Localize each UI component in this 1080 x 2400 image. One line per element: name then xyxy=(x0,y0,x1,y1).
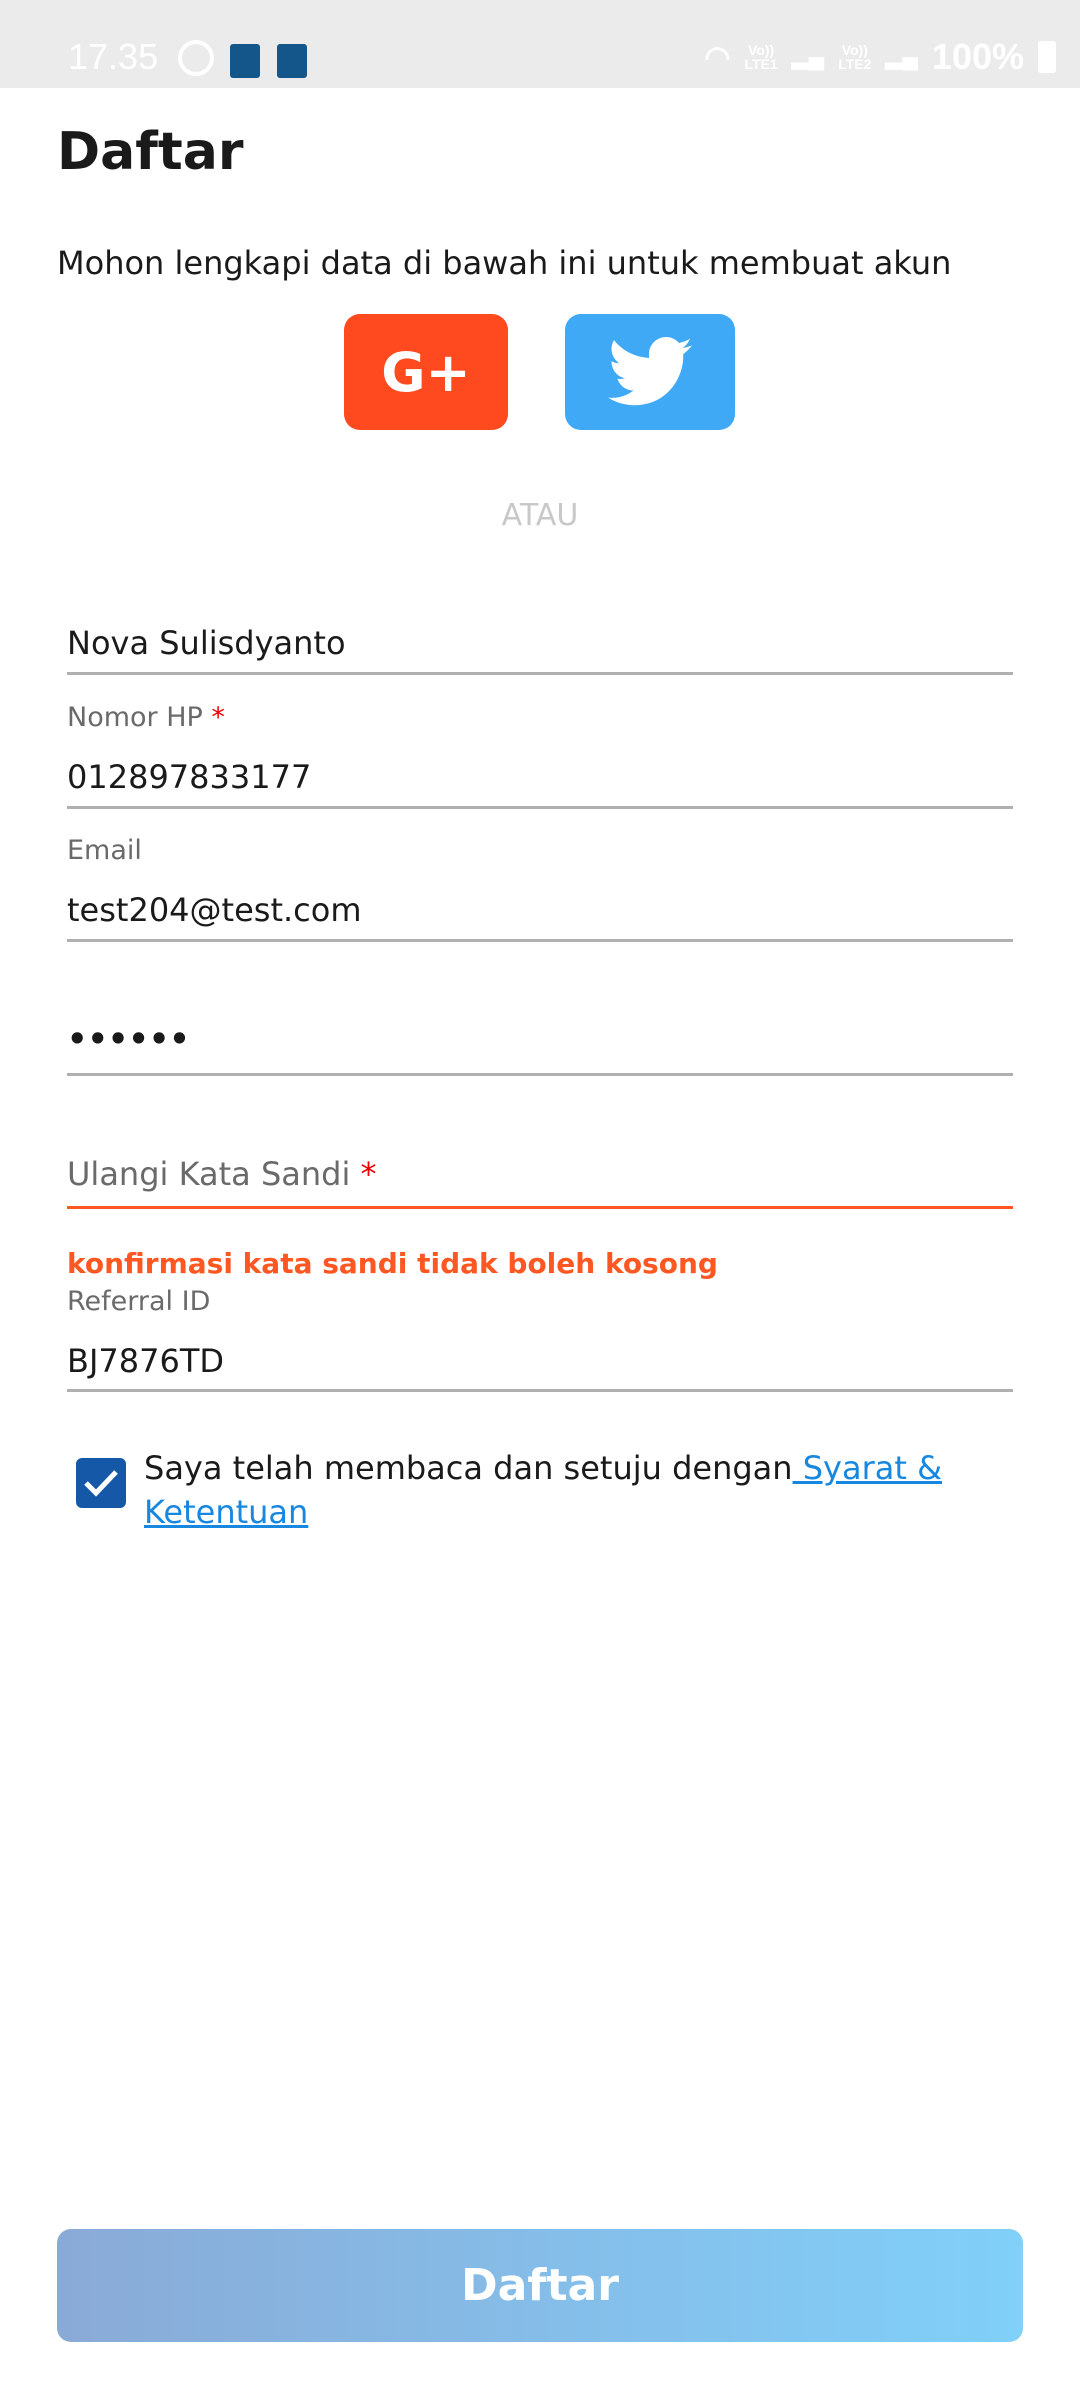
notification-app-icon xyxy=(230,44,260,78)
confirm-password-underline xyxy=(67,1206,1013,1209)
required-marker: * xyxy=(211,702,225,733)
google-signup-button[interactable]: G+ xyxy=(344,314,508,430)
phone-label: Nomor HP xyxy=(67,702,203,733)
signal-icon: ▂▄ xyxy=(791,44,825,69)
notification-app-icon xyxy=(277,44,307,78)
twitter-icon xyxy=(608,337,692,406)
twitter-signup-button[interactable] xyxy=(565,314,735,430)
email-input[interactable]: test204@test.com xyxy=(67,891,362,929)
signal-icon: ▂▄ xyxy=(885,44,918,69)
submit-button[interactable]: Daftar xyxy=(57,2229,1023,2342)
or-divider: ATAU xyxy=(501,498,579,533)
phone-underline xyxy=(67,806,1013,809)
lte1-label: LTE1 xyxy=(744,56,778,72)
checkmark-icon xyxy=(84,1470,118,1497)
email-label: Email xyxy=(67,835,142,866)
battery-icon xyxy=(1038,41,1056,73)
password-input[interactable]: •••••• xyxy=(67,1020,190,1058)
whatsapp-icon xyxy=(178,40,214,76)
status-time: 17.35 xyxy=(68,36,159,77)
page-title: Daftar xyxy=(57,122,244,182)
status-bar: 17.35 ◠ Vo)) LTE1 ▂▄ Vo)) LTE2 ▂▄ 100% xyxy=(0,0,1080,88)
confirm-password-error: konfirmasi kata sandi tidak boleh kosong xyxy=(67,1247,718,1280)
terms-checkbox[interactable] xyxy=(76,1458,126,1508)
name-input[interactable]: Nova Sulisdyanto xyxy=(67,624,346,662)
required-marker: * xyxy=(360,1155,377,1193)
referral-label: Referral ID xyxy=(67,1286,211,1317)
phone-input[interactable]: 012897833177 xyxy=(67,758,311,796)
confirm-password-placeholder: Ulangi Kata Sandi xyxy=(67,1155,351,1193)
referral-input[interactable]: BJ7876TD xyxy=(67,1342,224,1380)
referral-underline xyxy=(67,1389,1013,1392)
terms-text: Saya telah membaca dan setuju dengan Sya… xyxy=(144,1446,944,1534)
page-subtitle: Mohon lengkapi data di bawah ini untuk m… xyxy=(57,244,952,282)
password-underline xyxy=(67,1073,1013,1076)
terms-label: Saya telah membaca dan setuju dengan xyxy=(144,1449,793,1487)
wifi-icon: ◠ xyxy=(704,40,731,74)
google-plus-icon: G+ xyxy=(381,340,471,404)
lte2-label: LTE2 xyxy=(838,56,872,72)
battery-percent: 100% xyxy=(931,36,1024,77)
name-underline xyxy=(67,672,1013,675)
email-underline xyxy=(67,939,1013,942)
